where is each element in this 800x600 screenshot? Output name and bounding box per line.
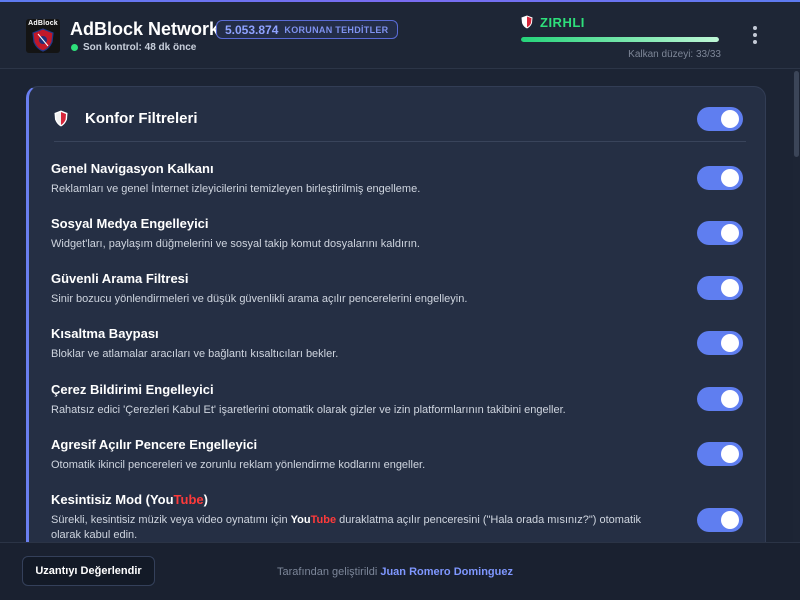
filter-title: Güvenli Arama Filtresi: [51, 271, 189, 286]
youtube-brand-white: You: [290, 514, 311, 526]
youtube-brand-red: Tube: [310, 514, 337, 526]
shield-icon: [54, 110, 68, 127]
scrollbar[interactable]: [793, 70, 800, 542]
desc-prefix: Sürekli, kesintisiz müzik veya video oyn…: [51, 514, 291, 526]
filter-description: Widget'ları, paylaşım düğmelerini ve sos…: [51, 238, 420, 250]
rate-extension-button[interactable]: Uzantıyı Değerlendir: [22, 556, 155, 586]
app-title: AdBlock Network: [70, 19, 220, 39]
filter-description: Rahatsız edici 'Çerezleri Kabul Et' işar…: [51, 404, 566, 416]
blocked-count-badge: 5.053.874 KORUNAN TEHDİTLER: [216, 20, 398, 39]
armor-shield-icon: [521, 15, 533, 29]
footer: Uzantıyı Değerlendir Tarafından geliştir…: [0, 542, 800, 600]
toggle-uninterrupted-mode[interactable]: [697, 508, 743, 532]
filter-title: Kesintisiz Mod (YouTube): [51, 492, 208, 507]
credit-prefix: Tarafından geliştirildi: [277, 566, 378, 578]
filter-description: Otomatik ikincil pencereleri ve zorunlu …: [51, 459, 426, 471]
filter-description: Bloklar ve atlamalar aracıları ve bağlan…: [51, 348, 339, 360]
app-window: AdBlock AdBlock Network 5.053.874 KORUNA…: [0, 0, 800, 600]
title-prefix: Kesintisiz Mod (You: [51, 492, 174, 507]
card-divider: [54, 141, 746, 142]
filter-title: Kısaltma Baypası: [51, 326, 159, 341]
toggle-general-navigation[interactable]: [697, 166, 743, 190]
toggle-cookie-notice[interactable]: [697, 387, 743, 411]
developer-credit: Tarafından geliştirildi Juan Romero Domi…: [277, 566, 513, 578]
filter-description: Reklamları ve genel İnternet izleyiciler…: [51, 183, 421, 195]
last-check-text: Son kontrol: 48 dk önce: [83, 42, 197, 53]
scrollbar-thumb[interactable]: [794, 71, 799, 157]
header: AdBlock AdBlock Network 5.053.874 KORUNA…: [0, 2, 800, 69]
shield-level-fill: [521, 37, 719, 42]
logo-text: AdBlock: [28, 20, 58, 27]
status-online-dot: [71, 44, 78, 51]
youtube-brand-red: Tube: [173, 492, 204, 507]
credit-author-link[interactable]: Juan Romero Dominguez: [380, 566, 513, 578]
blocked-count: 5.053.874: [225, 22, 279, 37]
shield-level-text: Kalkan düzeyi: 33/33: [628, 49, 721, 60]
title-suffix: ): [203, 492, 208, 507]
filter-title: Sosyal Medya Engelleyici: [51, 216, 209, 231]
armor-status: ZIRHLI: [540, 15, 585, 30]
master-toggle[interactable]: [697, 107, 743, 131]
shield-level-bar: [521, 37, 719, 42]
app-logo: AdBlock: [26, 19, 60, 53]
filter-description: Sürekli, kesintisiz müzik veya video oyn…: [51, 513, 651, 543]
card-title: Konfor Filtreleri: [85, 110, 198, 127]
kebab-menu-icon[interactable]: [748, 26, 762, 46]
toggle-social-media[interactable]: [697, 221, 743, 245]
logo-shield-icon: [32, 28, 54, 52]
filter-title: Agresif Açılır Pencere Engelleyici: [51, 437, 258, 452]
toggle-aggressive-popup[interactable]: [697, 442, 743, 466]
card-header: Konfor Filtreleri: [29, 87, 766, 143]
filter-title: Çerez Bildirimi Engelleyici: [51, 382, 214, 397]
toggle-safe-search[interactable]: [697, 276, 743, 300]
toggle-shortener-bypass[interactable]: [697, 331, 743, 355]
blocked-label: KORUNAN TEHDİTLER: [284, 24, 389, 35]
filter-title: Genel Navigasyon Kalkanı: [51, 161, 214, 176]
comfort-filters-card: Konfor Filtreleri Genel Navigasyon Kalka…: [26, 86, 766, 556]
filter-description: Sinir bozucu yönlendirmeleri ve düşük gü…: [51, 293, 468, 305]
